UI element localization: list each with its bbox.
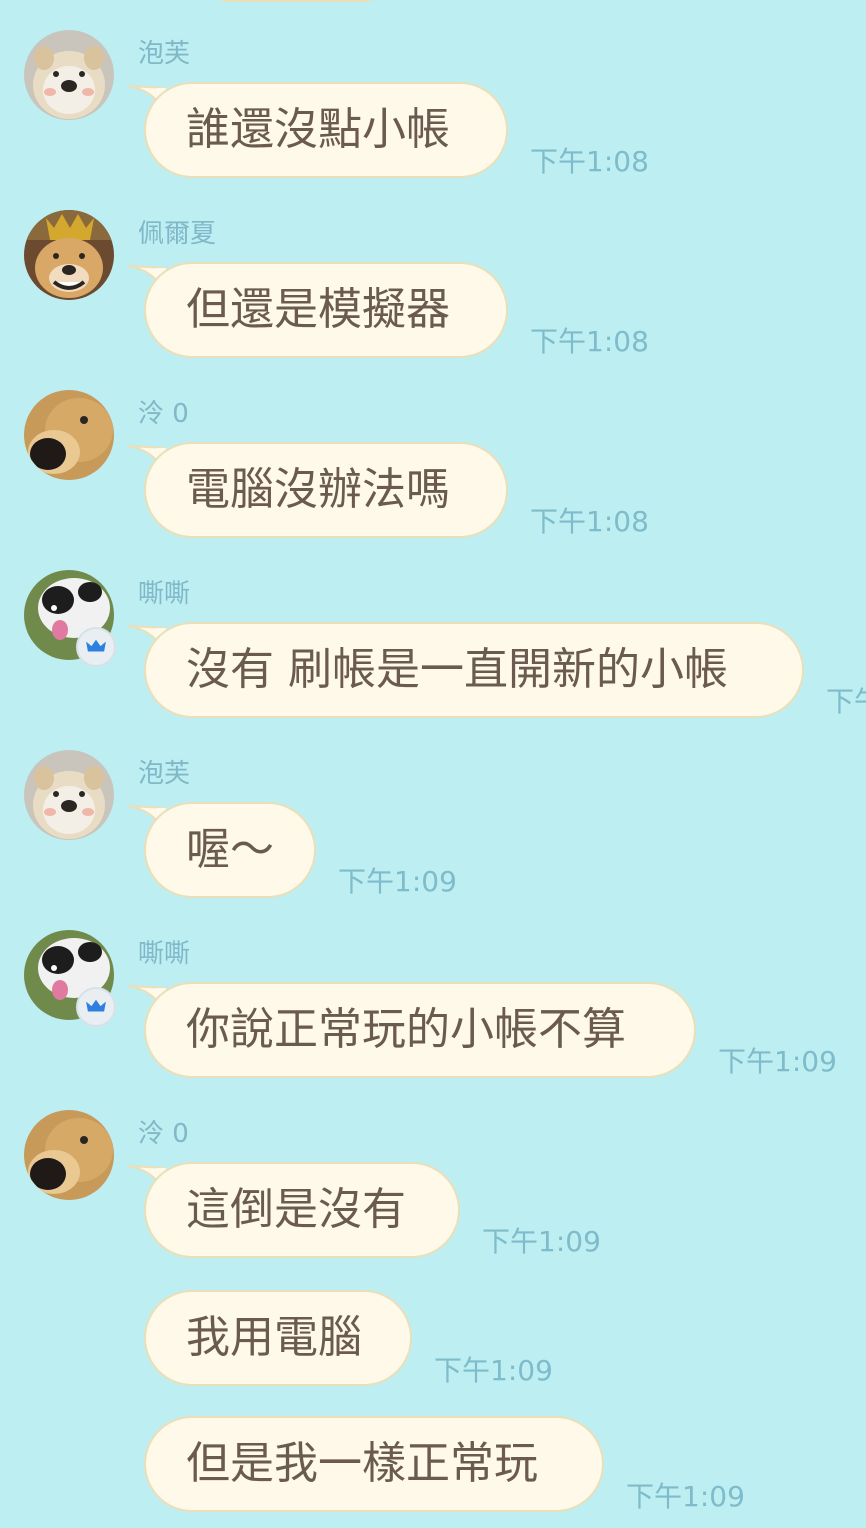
sender-name: 泡芙 — [138, 759, 191, 789]
sender-avatar-paofu[interactable] — [24, 750, 114, 840]
message-text: 喔～ — [186, 824, 274, 875]
sender-name: 泠 0 — [138, 1119, 189, 1149]
sender-name: 佩爾夏 — [138, 219, 217, 249]
message-text: 但是我一樣正常玩 — [186, 1438, 538, 1489]
message-bubble[interactable]: 這倒是沒有 — [144, 1162, 460, 1258]
sender-name: 嘶嘶 — [138, 939, 191, 969]
sender-name: 泡芙 — [138, 39, 191, 69]
message-time: 下午1:08 — [530, 145, 649, 178]
crown-badge — [76, 987, 116, 1027]
message-time: 下午 — [826, 685, 866, 718]
sender-name: 泠 0 — [138, 399, 189, 429]
message-bubble[interactable]: 喔～ — [144, 802, 316, 898]
message-time: 下午1:09 — [718, 1045, 837, 1078]
dog-bread-avatar-icon — [24, 30, 114, 120]
dog-nose-avatar-icon — [24, 390, 114, 480]
message-bubble[interactable]: 我用電腦 — [144, 1290, 412, 1386]
crown-icon — [86, 639, 106, 652]
message-bubble[interactable]: 但還是模擬器 — [144, 262, 508, 358]
message-bubble[interactable]: 誰還沒點小帳 — [144, 82, 508, 178]
message-text: 誰還沒點小帳 — [186, 104, 450, 155]
sender-avatar-ling0[interactable] — [24, 390, 114, 480]
sender-avatar-ling0[interactable] — [24, 1110, 114, 1200]
message-text: 這倒是沒有 — [186, 1184, 406, 1235]
message-time: 下午1:09 — [482, 1225, 601, 1258]
message-time: 下午1:08 — [530, 325, 649, 358]
dog-bread-avatar-icon — [24, 750, 114, 840]
message-bubble[interactable]: 但是我一樣正常玩 — [144, 1416, 604, 1512]
message-time: 下午1:09 — [626, 1480, 745, 1513]
message-time: 下午1:09 — [434, 1354, 553, 1387]
message-bubble[interactable]: 沒有 刷帳是一直開新的小帳 — [144, 622, 804, 718]
dog-crown-avatar-icon — [24, 210, 114, 300]
sender-avatar-peierxia[interactable] — [24, 210, 114, 300]
previous-message-bubble[interactable] — [200, 0, 394, 2]
message-text: 電腦沒辦法嗎 — [186, 464, 450, 515]
crown-badge — [76, 627, 116, 667]
sender-avatar-paofu[interactable] — [24, 30, 114, 120]
message-text: 你說正常玩的小帳不算 — [186, 1004, 626, 1055]
message-time: 下午1:08 — [530, 505, 649, 538]
message-bubble[interactable]: 你說正常玩的小帳不算 — [144, 982, 696, 1078]
message-text: 我用電腦 — [186, 1312, 362, 1363]
message-bubble[interactable]: 電腦沒辦法嗎 — [144, 442, 508, 538]
message-text: 但還是模擬器 — [186, 284, 450, 335]
message-text: 沒有 刷帳是一直開新的小帳 — [186, 644, 728, 695]
crown-icon — [86, 999, 106, 1012]
dog-nose-avatar-icon — [24, 1110, 114, 1200]
message-time: 下午1:09 — [338, 865, 457, 898]
sender-name: 嘶嘶 — [138, 579, 191, 609]
